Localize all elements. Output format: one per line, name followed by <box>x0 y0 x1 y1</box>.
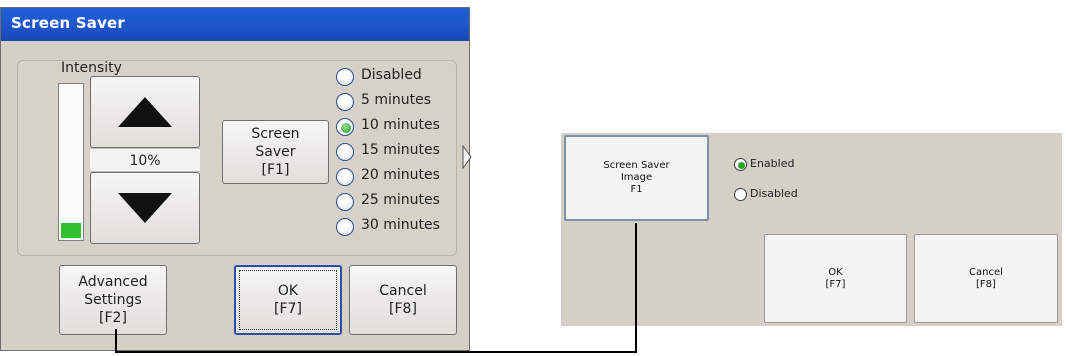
timeout-radio-label: 25 minutes <box>361 192 440 208</box>
dialog-title: Screen Saver <box>11 14 126 32</box>
timeout-radio-label: 15 minutes <box>361 142 440 158</box>
timeout-radio[interactable] <box>336 168 354 186</box>
intensity-label: Intensity <box>61 60 122 76</box>
arrow-down-icon <box>118 193 172 223</box>
intensity-value: 10% <box>90 148 200 172</box>
ok-button-label: OK [F7] <box>239 270 337 330</box>
timeout-radio-label: 20 minutes <box>361 167 440 183</box>
timeout-radio-label: 30 minutes <box>361 217 440 233</box>
intensity-down-button[interactable] <box>90 172 200 244</box>
screen-saver-dialog: Screen Saver Intensity 10% Screen Saver … <box>0 7 470 351</box>
timeout-radio[interactable] <box>336 118 354 136</box>
timeout-radio[interactable] <box>336 193 354 211</box>
panel-ok-button[interactable]: OK [F7] <box>764 234 907 323</box>
intensity-level-fill <box>61 223 81 238</box>
screen-saver-image-button[interactable]: Screen Saver Image F1 <box>564 135 709 221</box>
ok-button[interactable]: OK [F7] <box>234 265 342 335</box>
timeout-radio[interactable] <box>336 218 354 236</box>
connector-line <box>635 223 637 353</box>
title-bar: Screen Saver <box>1 8 469 41</box>
intensity-level-bar <box>58 83 84 241</box>
timeout-radio-label: Disabled <box>361 67 422 83</box>
pointer-arrow-icon <box>462 145 472 169</box>
timeout-radio-label: 10 minutes <box>361 117 440 133</box>
image-option-radio[interactable] <box>734 158 747 171</box>
image-option-label: Enabled <box>750 157 795 170</box>
cancel-button[interactable]: Cancel [F8] <box>349 265 457 335</box>
timeout-radio[interactable] <box>336 93 354 111</box>
advanced-settings-button[interactable]: Advanced Settings [F2] <box>59 265 167 335</box>
screen-saver-button[interactable]: Screen Saver [F1] <box>222 120 329 184</box>
panel-cancel-button[interactable]: Cancel [F8] <box>914 234 1058 323</box>
image-option-radio[interactable] <box>734 188 747 201</box>
connector-line <box>115 329 117 353</box>
timeout-radio-label: 5 minutes <box>361 92 432 108</box>
timeout-radio[interactable] <box>336 68 354 86</box>
connector-line <box>115 351 637 353</box>
arrow-up-icon <box>118 97 172 127</box>
timeout-radio[interactable] <box>336 143 354 161</box>
intensity-up-button[interactable] <box>90 76 200 148</box>
image-option-label: Disabled <box>750 187 798 200</box>
